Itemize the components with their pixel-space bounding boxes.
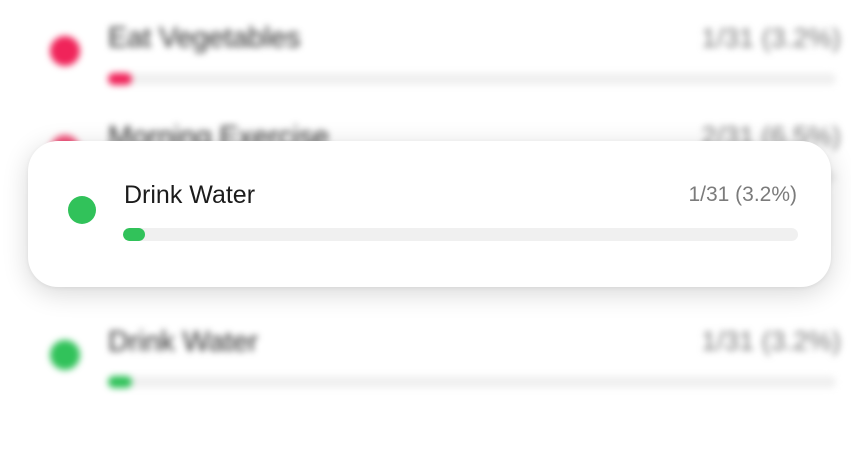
habit-progress-text: 1/31 (3.2%): [688, 183, 797, 206]
progress-track: [123, 228, 798, 241]
habit-progress-text: 1/31 (3.2%): [701, 326, 841, 356]
progress-fill: [108, 73, 133, 85]
progress-fill: [108, 376, 133, 388]
list-item[interactable]: Drink Water 1/31 (3.2%): [0, 312, 851, 402]
progress-track: [108, 376, 836, 388]
progress-track: [108, 73, 836, 85]
status-dot-icon: [50, 340, 80, 370]
habit-title: Drink Water: [108, 326, 258, 358]
habit-title: Eat Vegetables: [108, 22, 301, 54]
list-item[interactable]: Eat Vegetables 1/31 (3.2%): [0, 10, 851, 100]
habit-card-drink-water[interactable]: Drink Water 1/31 (3.2%): [28, 141, 831, 287]
habit-stats-view: Eat Vegetables 1/31 (3.2%) Morning Exerc…: [0, 0, 851, 451]
status-dot-icon: [68, 196, 96, 224]
habit-title: Drink Water: [124, 181, 256, 209]
habit-progress-text: 1/31 (3.2%): [701, 23, 841, 53]
status-dot-icon: [50, 36, 80, 66]
progress-fill: [123, 228, 146, 241]
